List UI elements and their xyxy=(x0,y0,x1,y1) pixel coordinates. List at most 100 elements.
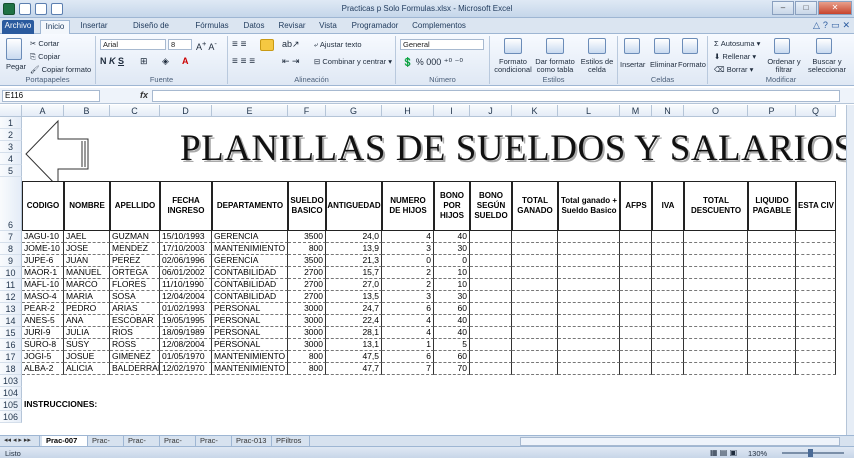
data-cell[interactable] xyxy=(684,279,748,291)
data-cell[interactable] xyxy=(558,255,620,267)
data-cell[interactable]: JAGU-10 xyxy=(22,231,64,243)
data-cell[interactable]: 47,7 xyxy=(326,363,382,375)
data-cell[interactable]: 13,9 xyxy=(326,243,382,255)
data-cell[interactable]: 22,4 xyxy=(326,315,382,327)
align-bottom-active-icon[interactable] xyxy=(260,39,274,51)
data-cell[interactable]: PERSONAL xyxy=(212,303,288,315)
buscar-seleccionar-button[interactable]: Buscar y seleccionar xyxy=(804,58,850,74)
data-cell[interactable] xyxy=(748,231,796,243)
data-cell[interactable]: ORTEGA xyxy=(110,267,160,279)
data-cell[interactable] xyxy=(796,315,836,327)
col-header[interactable]: D xyxy=(160,105,212,117)
data-cell[interactable] xyxy=(470,315,512,327)
zoom-slider[interactable] xyxy=(782,452,844,454)
data-cell[interactable]: PERSONAL xyxy=(212,327,288,339)
data-cell[interactable] xyxy=(684,303,748,315)
number-format-icons[interactable]: 💲 % 000 ⁺⁰ ⁻⁰ xyxy=(402,57,463,68)
formula-input[interactable] xyxy=(152,90,840,102)
fill-color-icon[interactable]: ◈ xyxy=(162,56,169,67)
data-cell[interactable] xyxy=(652,267,684,279)
data-cell[interactable] xyxy=(620,243,652,255)
data-cell[interactable]: JAEL xyxy=(64,231,110,243)
data-cell[interactable]: SURO-8 xyxy=(22,339,64,351)
data-cell[interactable] xyxy=(470,351,512,363)
data-cell[interactable] xyxy=(748,303,796,315)
data-cell[interactable]: 10 xyxy=(434,279,470,291)
delete-cells-icon[interactable] xyxy=(654,38,670,54)
data-cell[interactable] xyxy=(652,351,684,363)
data-cell[interactable] xyxy=(652,363,684,375)
data-cell[interactable] xyxy=(684,327,748,339)
data-cell[interactable]: GIMENEZ xyxy=(110,351,160,363)
data-cell[interactable]: PEDRO xyxy=(64,303,110,315)
data-cell[interactable] xyxy=(684,231,748,243)
row-header[interactable]: 12 xyxy=(0,291,22,303)
data-cell[interactable]: 15/10/1993 xyxy=(160,231,212,243)
col-header[interactable]: C xyxy=(110,105,160,117)
col-header[interactable]: H xyxy=(382,105,434,117)
data-cell[interactable]: 2700 xyxy=(288,279,326,291)
data-cell[interactable] xyxy=(620,327,652,339)
bold-italic-underline-icons[interactable]: N K S xyxy=(100,56,124,66)
data-cell[interactable] xyxy=(748,255,796,267)
view-buttons[interactable]: ▦ ▤ ▣ xyxy=(710,448,737,457)
header-cell[interactable]: IVA xyxy=(652,181,684,231)
data-cell[interactable]: 12/08/2004 xyxy=(160,339,212,351)
data-cell[interactable] xyxy=(684,267,748,279)
data-cell[interactable]: 02/06/1996 xyxy=(160,255,212,267)
row-header[interactable]: 11 xyxy=(0,279,22,291)
data-cell[interactable] xyxy=(652,291,684,303)
data-cell[interactable]: MARIA xyxy=(64,291,110,303)
data-cell[interactable]: RIOS xyxy=(110,327,160,339)
data-cell[interactable] xyxy=(684,291,748,303)
data-cell[interactable] xyxy=(748,279,796,291)
data-cell[interactable] xyxy=(652,303,684,315)
data-cell[interactable]: 2 xyxy=(382,267,434,279)
data-cell[interactable] xyxy=(620,339,652,351)
col-header[interactable]: K xyxy=(512,105,558,117)
col-header[interactable]: F xyxy=(288,105,326,117)
data-cell[interactable] xyxy=(620,303,652,315)
data-cell[interactable] xyxy=(512,279,558,291)
data-cell[interactable] xyxy=(470,327,512,339)
borders-icon[interactable]: ⊞ xyxy=(140,56,148,67)
col-header[interactable]: I xyxy=(434,105,470,117)
format-cells-icon[interactable] xyxy=(682,38,698,54)
data-cell[interactable]: 3000 xyxy=(288,303,326,315)
data-cell[interactable] xyxy=(796,243,836,255)
align-top-icons[interactable]: ≡ ≡ xyxy=(232,39,246,50)
number-format-select[interactable]: General xyxy=(400,39,484,50)
data-cell[interactable]: 3000 xyxy=(288,315,326,327)
find-select-icon[interactable] xyxy=(816,38,832,54)
header-cell[interactable]: APELLIDO xyxy=(110,181,160,231)
data-cell[interactable] xyxy=(558,303,620,315)
data-cell[interactable]: PEREZ xyxy=(110,255,160,267)
col-header[interactable]: O xyxy=(684,105,748,117)
data-cell[interactable]: JURI-9 xyxy=(22,327,64,339)
data-cell[interactable]: 0 xyxy=(382,255,434,267)
tab-programador[interactable]: Programador xyxy=(350,20,400,34)
window-close-icon[interactable]: ✕ xyxy=(842,20,850,31)
pegar-label[interactable]: Pegar xyxy=(6,62,26,71)
data-cell[interactable]: 6 xyxy=(382,351,434,363)
header-cell[interactable]: TOTAL GANADO xyxy=(512,181,558,231)
data-cell[interactable] xyxy=(684,315,748,327)
maximize-button[interactable]: □ xyxy=(795,1,817,15)
data-cell[interactable]: MANTENIMIENTO xyxy=(212,351,288,363)
data-cell[interactable] xyxy=(652,279,684,291)
borrar-button[interactable]: ⌫ Borrar ▾ xyxy=(714,65,753,74)
data-cell[interactable] xyxy=(684,255,748,267)
data-cell[interactable] xyxy=(558,243,620,255)
eliminar-button[interactable]: Eliminar xyxy=(650,60,677,69)
ajustar-texto-button[interactable]: ⤶ Ajustar texto xyxy=(314,40,362,50)
tab-diseno-pagina[interactable]: Diseño de página xyxy=(120,20,182,42)
data-cell[interactable]: MAOR-1 xyxy=(22,267,64,279)
header-cell[interactable]: CODIGO xyxy=(22,181,64,231)
data-cell[interactable] xyxy=(796,339,836,351)
data-cell[interactable]: 3000 xyxy=(288,339,326,351)
data-cell[interactable] xyxy=(748,327,796,339)
data-cell[interactable]: 47,5 xyxy=(326,351,382,363)
data-cell[interactable]: 7 xyxy=(382,363,434,375)
col-header[interactable]: E xyxy=(212,105,288,117)
data-cell[interactable]: 12/04/2004 xyxy=(160,291,212,303)
